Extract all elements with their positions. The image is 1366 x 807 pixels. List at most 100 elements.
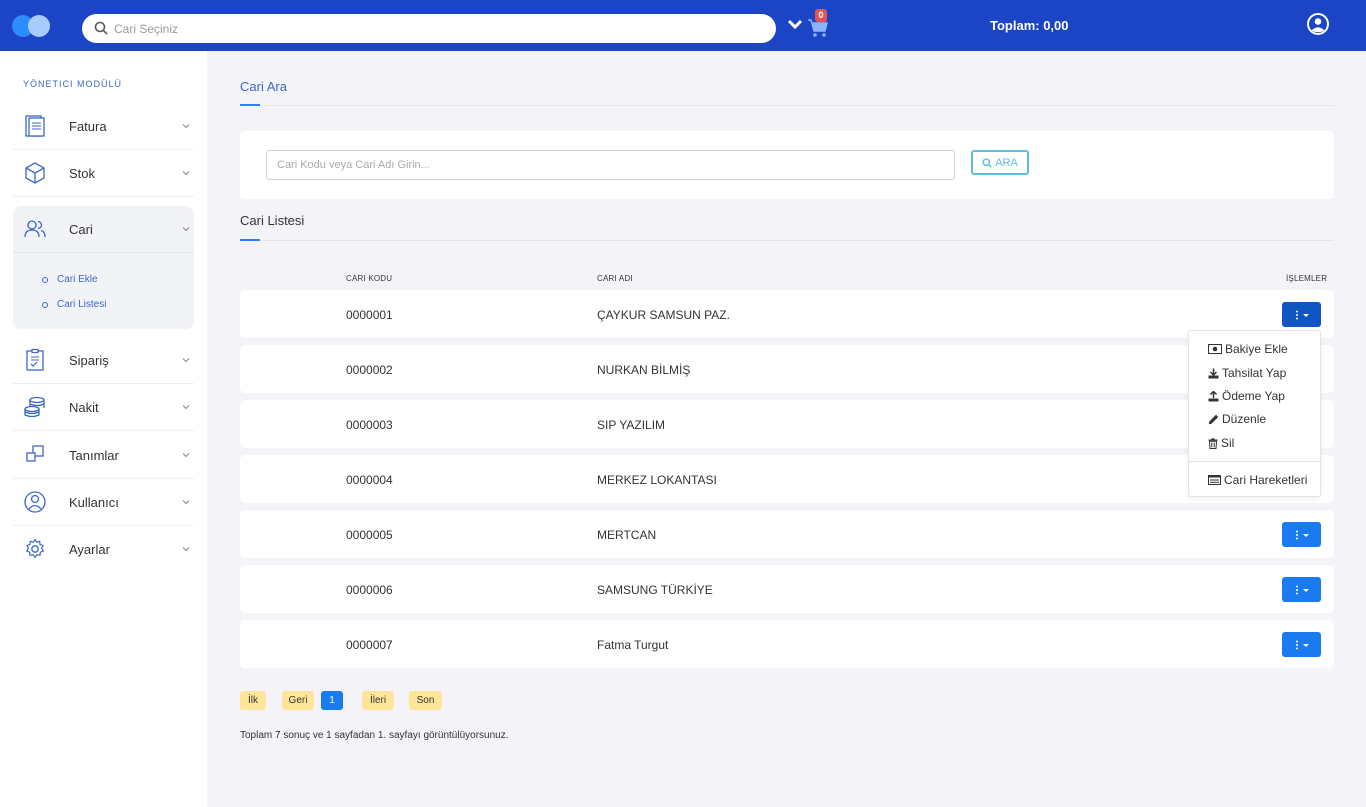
sidebar-item-label: Sipariş [69, 353, 109, 368]
list-section-divider [240, 240, 1334, 241]
menu-item-sil[interactable]: Sil [1208, 436, 1234, 450]
pagination-last-button[interactable]: Son [409, 691, 442, 710]
table-row: 0000002 NURKAN BİLMİŞ [240, 345, 1334, 393]
cari-name: Fatma Turgut [597, 638, 669, 652]
cari-code: 0000004 [346, 473, 393, 487]
row-actions-button[interactable] [1282, 522, 1321, 547]
users-icon [24, 220, 46, 238]
kebab-caret-icon [1295, 585, 1309, 594]
list-section-underline [240, 239, 260, 241]
menu-item-label: Sil [1221, 436, 1235, 450]
menu-item-label: Bakiye Ekle [1225, 342, 1288, 356]
pagination-prev-button[interactable]: Geri [282, 691, 314, 710]
cari-name: SAMSUNG TÜRKİYE [597, 583, 713, 597]
cari-search-input[interactable] [266, 150, 955, 180]
chevron-down-icon [182, 547, 190, 552]
search-section-title: Cari Ara [240, 79, 287, 94]
chevron-down-icon [182, 358, 190, 363]
kebab-caret-icon [1295, 640, 1309, 649]
column-header-actions: İŞLEMLER [1286, 274, 1328, 283]
menu-item-tahsilat-yap[interactable]: Tahsilat Yap [1208, 366, 1286, 380]
chevron-down-icon [182, 500, 190, 505]
menu-item-cari-hareketleri[interactable]: Cari Hareketleri [1208, 473, 1307, 487]
sidebar-sub-cari-ekle[interactable]: Cari Ekle [42, 274, 98, 285]
sidebar-item-label: Cari [69, 222, 93, 237]
sidebar-item-fatura[interactable]: Fatura [13, 103, 194, 150]
squares-icon [26, 445, 44, 462]
pagination-first-button[interactable]: İlk [240, 691, 266, 710]
sidebar-sub-cari-listesi[interactable]: Cari Listesi [41, 299, 106, 310]
user-avatar-icon[interactable] [1306, 12, 1330, 36]
row-actions-button[interactable] [1282, 577, 1321, 602]
cari-code: 0000005 [346, 528, 393, 542]
app-logo[interactable] [12, 15, 52, 37]
chevron-down-icon[interactable] [787, 18, 803, 32]
sidebar: YÖNETICI MODÜLÜ Fatura Stok Cari Cari Ek… [0, 51, 207, 807]
list-table-icon [1208, 475, 1221, 485]
customer-search-box[interactable] [82, 14, 776, 43]
customer-search-input[interactable] [114, 19, 754, 38]
module-title: YÖNETICI MODÜLÜ [23, 79, 123, 89]
trash-icon [1208, 437, 1218, 449]
search-button[interactable]: ARA [971, 150, 1029, 175]
sidebar-item-ayarlar[interactable]: Ayarlar [13, 526, 194, 573]
upload-icon [1208, 390, 1219, 401]
menu-item-odeme-yap[interactable]: Ödeme Yap [1208, 389, 1285, 403]
search-icon [94, 21, 108, 35]
row-actions-button[interactable] [1282, 302, 1321, 327]
kebab-caret-icon [1295, 310, 1309, 319]
sidebar-item-label: Nakit [69, 400, 99, 415]
cari-code: 0000001 [346, 308, 393, 322]
cart-count-badge: 0 [815, 9, 827, 22]
column-header-name: CARI ADI [597, 274, 633, 283]
cari-code: 0000007 [346, 638, 393, 652]
list-section-title: Cari Listesi [240, 213, 305, 228]
chevron-down-icon [182, 405, 190, 410]
menu-item-label: Tahsilat Yap [1222, 366, 1287, 380]
menu-item-label: Cari Hareketleri [1224, 473, 1308, 487]
cari-name: MERTCAN [597, 528, 657, 542]
money-icon [1208, 344, 1222, 354]
menu-item-label: Düzenle [1222, 412, 1267, 426]
table-row: 0000003 SIP YAZILIM [240, 400, 1334, 448]
row-actions-button[interactable] [1282, 632, 1321, 657]
pagination-next-button[interactable]: İleri [362, 691, 394, 710]
sidebar-item-cari[interactable]: Cari [13, 206, 194, 253]
cari-code: 0000003 [346, 418, 393, 432]
table-row: 0000005 MERTCAN [240, 510, 1334, 558]
search-section-divider [240, 105, 1334, 106]
invoice-icon [25, 115, 45, 137]
sidebar-item-tanimlar[interactable]: Tanımlar [13, 432, 194, 479]
download-icon [1208, 368, 1219, 378]
table-row: 0000006 SAMSUNG TÜRKİYE [240, 565, 1334, 613]
menu-item-duzenle[interactable]: Düzenle [1208, 412, 1266, 426]
pagination-current-page[interactable]: 1 [321, 691, 343, 710]
sidebar-item-stok[interactable]: Stok [13, 150, 194, 197]
sidebar-item-nakit[interactable]: Nakit [13, 384, 194, 431]
sidebar-item-kullanici[interactable]: Kullanıcı [13, 479, 194, 526]
chevron-down-icon [182, 453, 190, 458]
sidebar-item-siparis[interactable]: Sipariş [13, 337, 194, 384]
chevron-down-icon [182, 124, 190, 129]
coins-icon [24, 396, 45, 418]
chevron-down-icon [182, 227, 190, 232]
cari-code: 0000002 [346, 363, 393, 377]
box-icon [25, 162, 45, 184]
search-card: ARA [240, 131, 1334, 199]
sidebar-item-label: Kullanıcı [69, 495, 119, 510]
search-section-underline [240, 104, 260, 106]
top-bar: 0 Toplam: 0,00 [0, 0, 1366, 51]
menu-item-bakiye-ekle[interactable]: Bakiye Ekle [1208, 342, 1288, 356]
table-row: 0000001 ÇAYKUR SAMSUN PAZ. [240, 290, 1334, 338]
clipboard-icon [26, 348, 44, 371]
cari-name: MERKEZ LOKANTASI [597, 473, 717, 487]
sidebar-item-label: Tanımlar [69, 448, 119, 463]
menu-item-label: Ödeme Yap [1222, 389, 1285, 403]
pencil-icon [1208, 414, 1219, 424]
sidebar-item-label: Ayarlar [69, 542, 110, 557]
table-row: 0000007 Fatma Turgut [240, 620, 1334, 668]
cari-name: SIP YAZILIM [597, 418, 666, 432]
cari-name: ÇAYKUR SAMSUN PAZ. [597, 308, 730, 322]
column-header-code: CARI KODU [346, 274, 393, 283]
table-row: 0000004 MERKEZ LOKANTASI [240, 455, 1334, 503]
